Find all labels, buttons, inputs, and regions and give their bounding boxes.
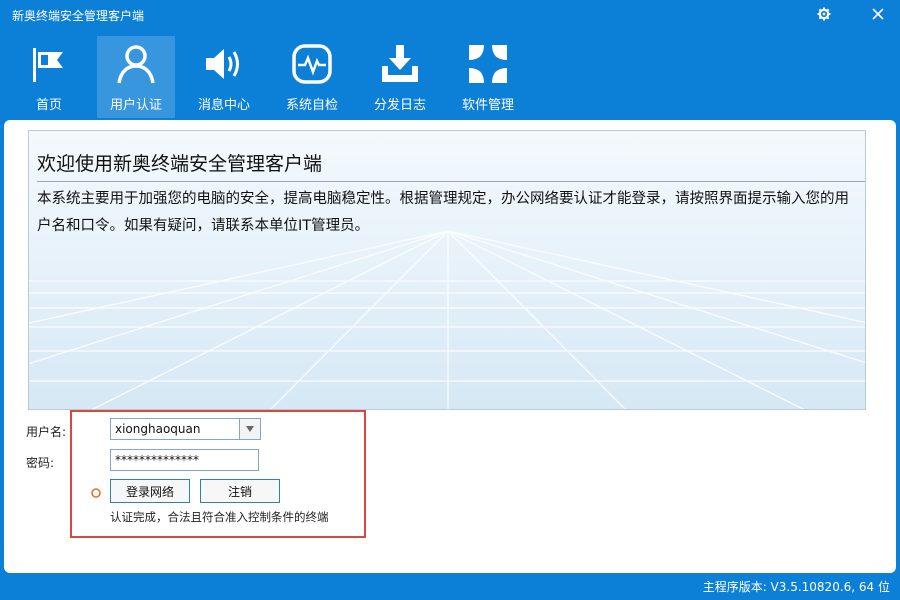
gear-icon — [817, 7, 831, 21]
nav-software-management-label: 软件管理 — [461, 98, 514, 113]
main-toolbar: 首页 用户认证 消息中心 系统自检 分发日志 软件管理 — [0, 36, 900, 118]
banner-description: 本系统主要用于加强您的电脑的安全，提高电脑稳定性。根据管理规定，办公网络要认证才… — [37, 191, 849, 234]
nav-user-auth[interactable]: 用户认证 — [97, 36, 175, 118]
user-icon — [117, 45, 155, 84]
nav-user-auth-label: 用户认证 — [109, 98, 162, 113]
banner-divider — [37, 181, 865, 182]
login-highlight-box — [70, 410, 366, 538]
nav-message-center-label: 消息中心 — [197, 98, 250, 113]
nav-system-check-label: 系统自检 — [285, 98, 338, 113]
nav-distribution-log[interactable]: 分发日志 — [361, 36, 439, 118]
version-label: 主程序版本: V3.5.10820.6, 64 位 — [702, 580, 890, 594]
flag-icon — [33, 48, 63, 82]
title-bar: 新奥终端安全管理客户端 — [0, 0, 900, 30]
welcome-banner: 欢迎使用新奥终端安全管理客户端 本系统主要用于加强您的电脑的安全，提高电脑稳定性… — [28, 130, 866, 410]
username-label: 用户名: — [26, 425, 67, 439]
nav-system-check[interactable]: 系统自检 — [273, 36, 351, 118]
download-tray-icon — [382, 45, 418, 82]
password-label: 密码: — [26, 456, 55, 470]
content-panel: 欢迎使用新奥终端安全管理客户端 本系统主要用于加强您的电脑的安全，提高电脑稳定性… — [4, 120, 896, 573]
nav-software-management[interactable]: 软件管理 — [449, 36, 527, 118]
speaker-icon — [206, 49, 239, 79]
window-title: 新奥终端安全管理客户端 — [12, 9, 145, 23]
banner-title: 欢迎使用新奥终端安全管理客户端 — [37, 153, 323, 175]
nav-distribution-log-label: 分发日志 — [373, 98, 426, 113]
nav-message-center[interactable]: 消息中心 — [185, 36, 263, 118]
software-grid-icon — [469, 45, 507, 83]
nav-home[interactable]: 首页 — [10, 36, 88, 118]
pulse-monitor-icon — [292, 44, 332, 84]
settings-button[interactable] — [813, 4, 835, 24]
nav-home-label: 首页 — [35, 98, 62, 113]
close-button[interactable] — [867, 4, 889, 24]
close-icon — [872, 8, 884, 20]
